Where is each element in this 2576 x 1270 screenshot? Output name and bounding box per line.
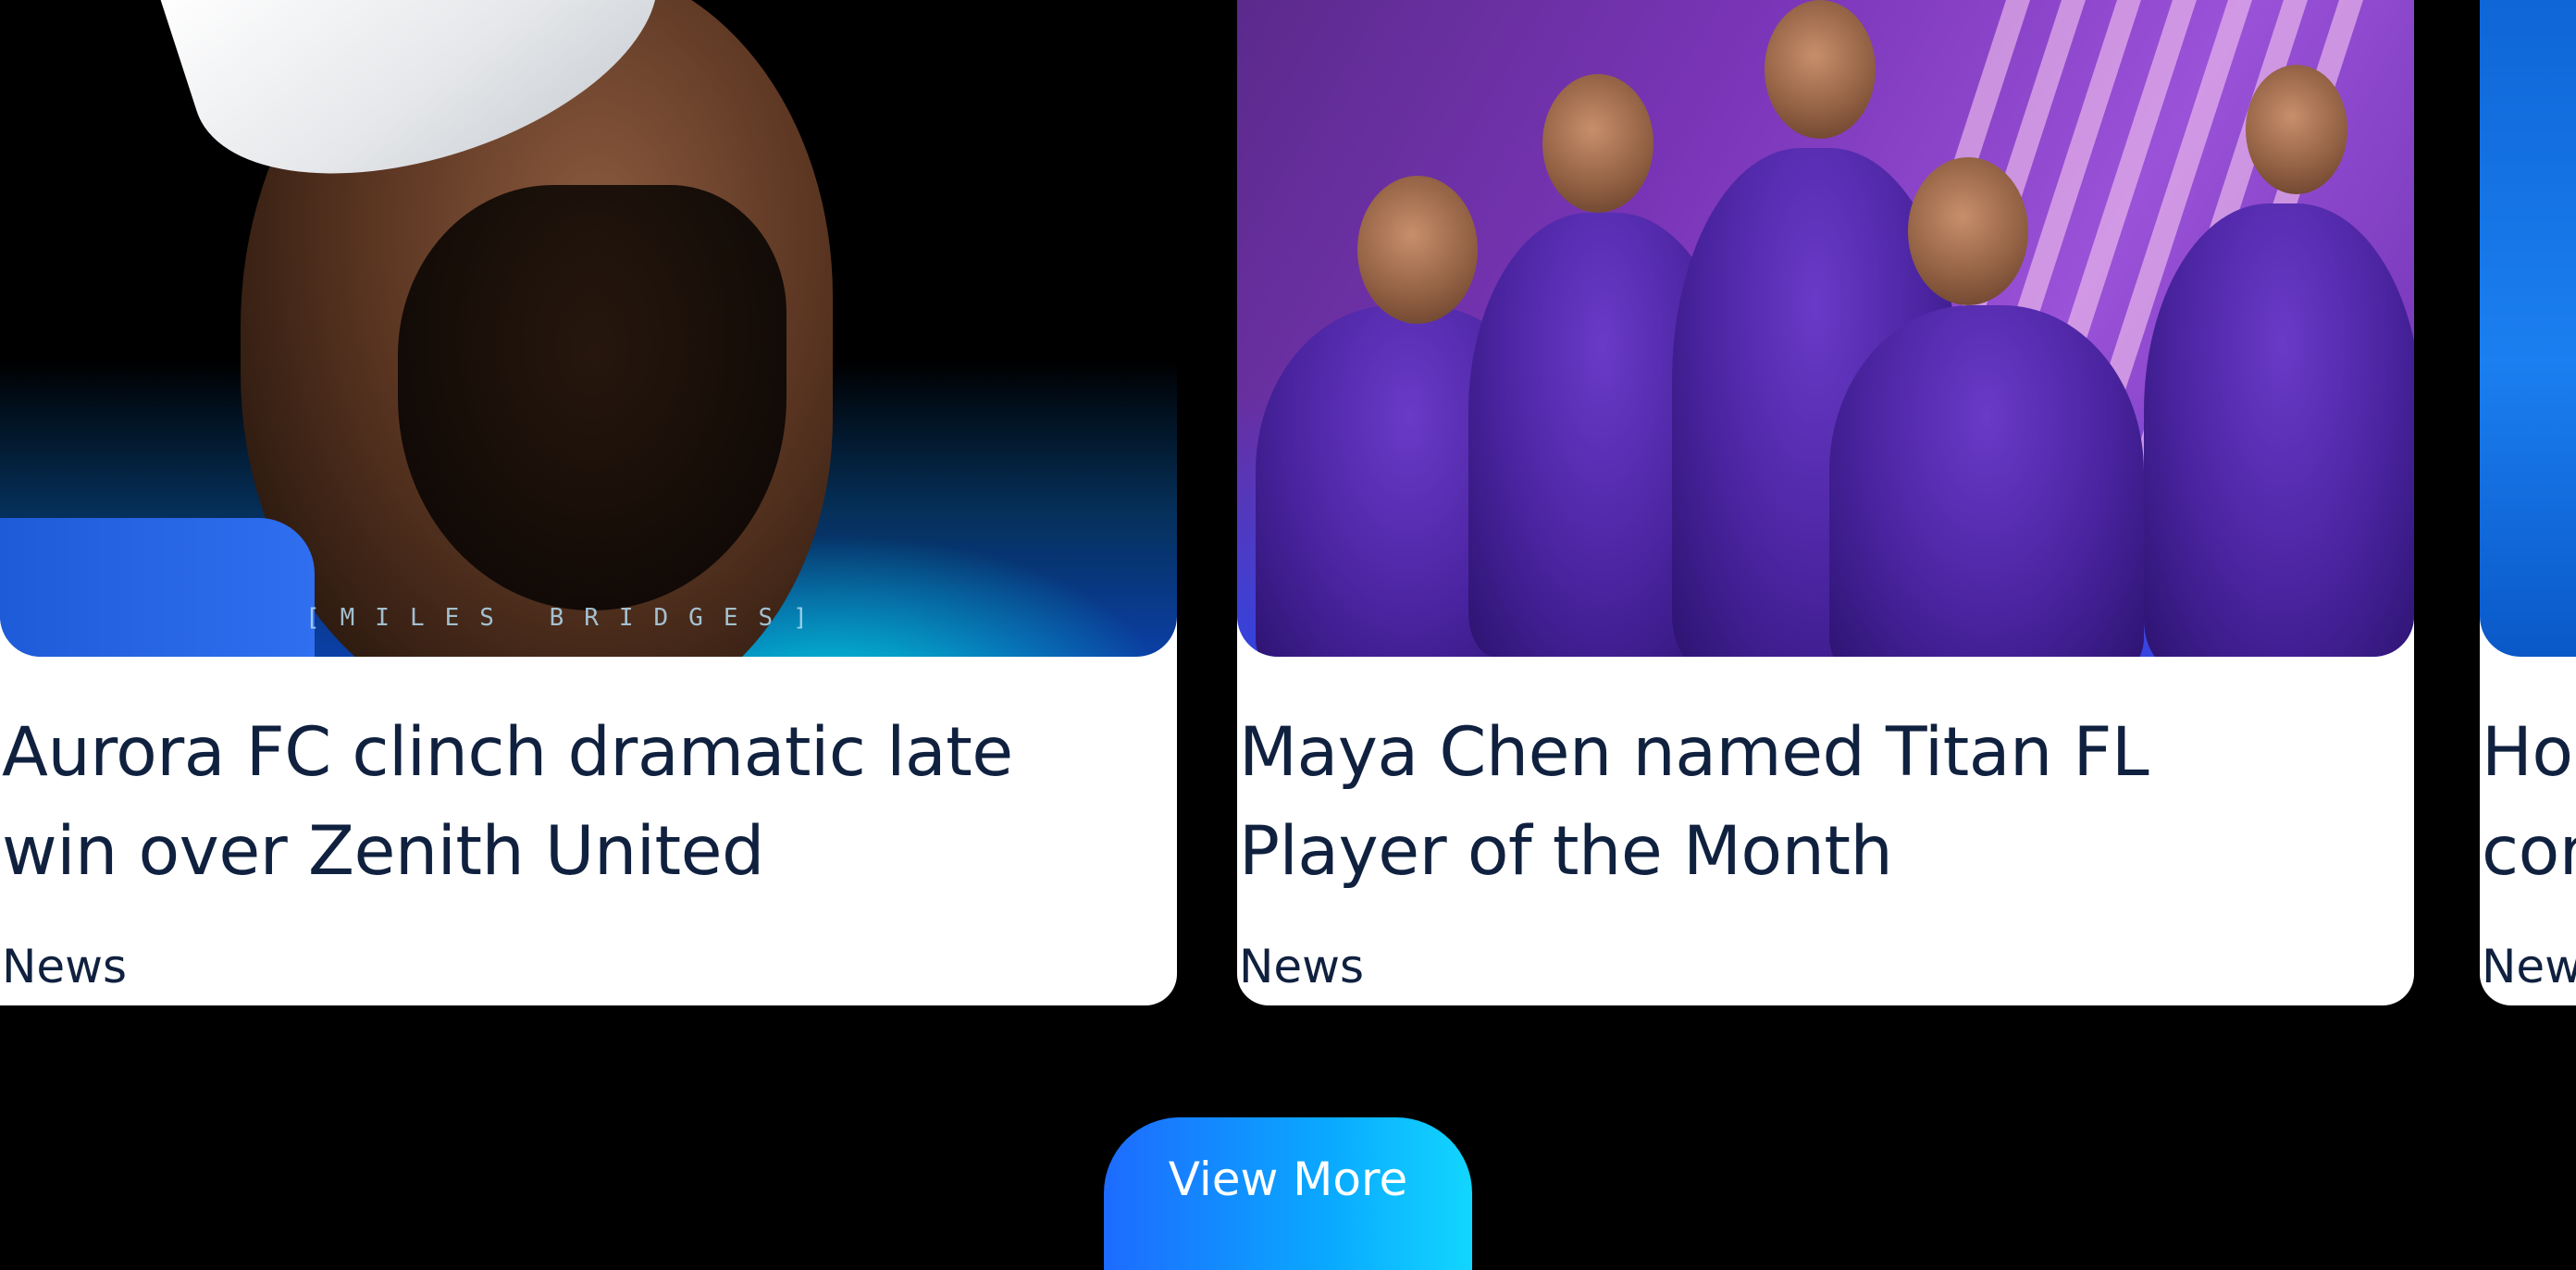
player-head (1765, 0, 1876, 139)
player-head (1542, 74, 1653, 213)
news-carousel: [MILES BRIDGES] Aurora FC clinch dramati… (0, 0, 2576, 1270)
card-title-line: cor (2482, 812, 2576, 891)
player-beard (398, 185, 786, 610)
player-head (1357, 176, 1478, 324)
news-card[interactable]: Hor cor New (2480, 0, 2576, 1005)
card-title-line: Maya Chen named Titan FL (1239, 713, 2149, 792)
card-category: New (2482, 940, 2576, 993)
card-title-line: Aurora FC clinch dramatic late (2, 713, 1013, 792)
card-image (1237, 0, 2414, 657)
player-figure (1829, 305, 2144, 657)
view-more-label: View More (1168, 1152, 1408, 1206)
card-title[interactable]: Aurora FC clinch dramatic late win over … (2, 703, 1094, 901)
player-figure (2144, 203, 2414, 657)
view-more-button[interactable]: View More (1104, 1117, 1472, 1270)
player-head (1908, 157, 2028, 305)
player-jersey (0, 518, 315, 657)
card-category: News (1239, 940, 1365, 993)
player-head (2246, 65, 2347, 194)
card-title[interactable]: Maya Chen named Titan FL Player of the M… (1239, 703, 2331, 901)
news-card[interactable]: [MILES BRIDGES] Aurora FC clinch dramati… (0, 0, 1177, 1005)
card-image (2480, 0, 2576, 657)
card-title[interactable]: Hor cor (2482, 703, 2576, 901)
image-caption: [MILES BRIDGES] (305, 604, 828, 632)
card-image: [MILES BRIDGES] (0, 0, 1177, 657)
card-title-line: Hor (2482, 713, 2576, 792)
card-title-line: win over Zenith United (2, 812, 764, 891)
news-card[interactable]: Maya Chen named Titan FL Player of the M… (1237, 0, 2414, 1005)
card-title-line: Player of the Month (1239, 812, 1893, 891)
card-category: News (2, 940, 128, 993)
